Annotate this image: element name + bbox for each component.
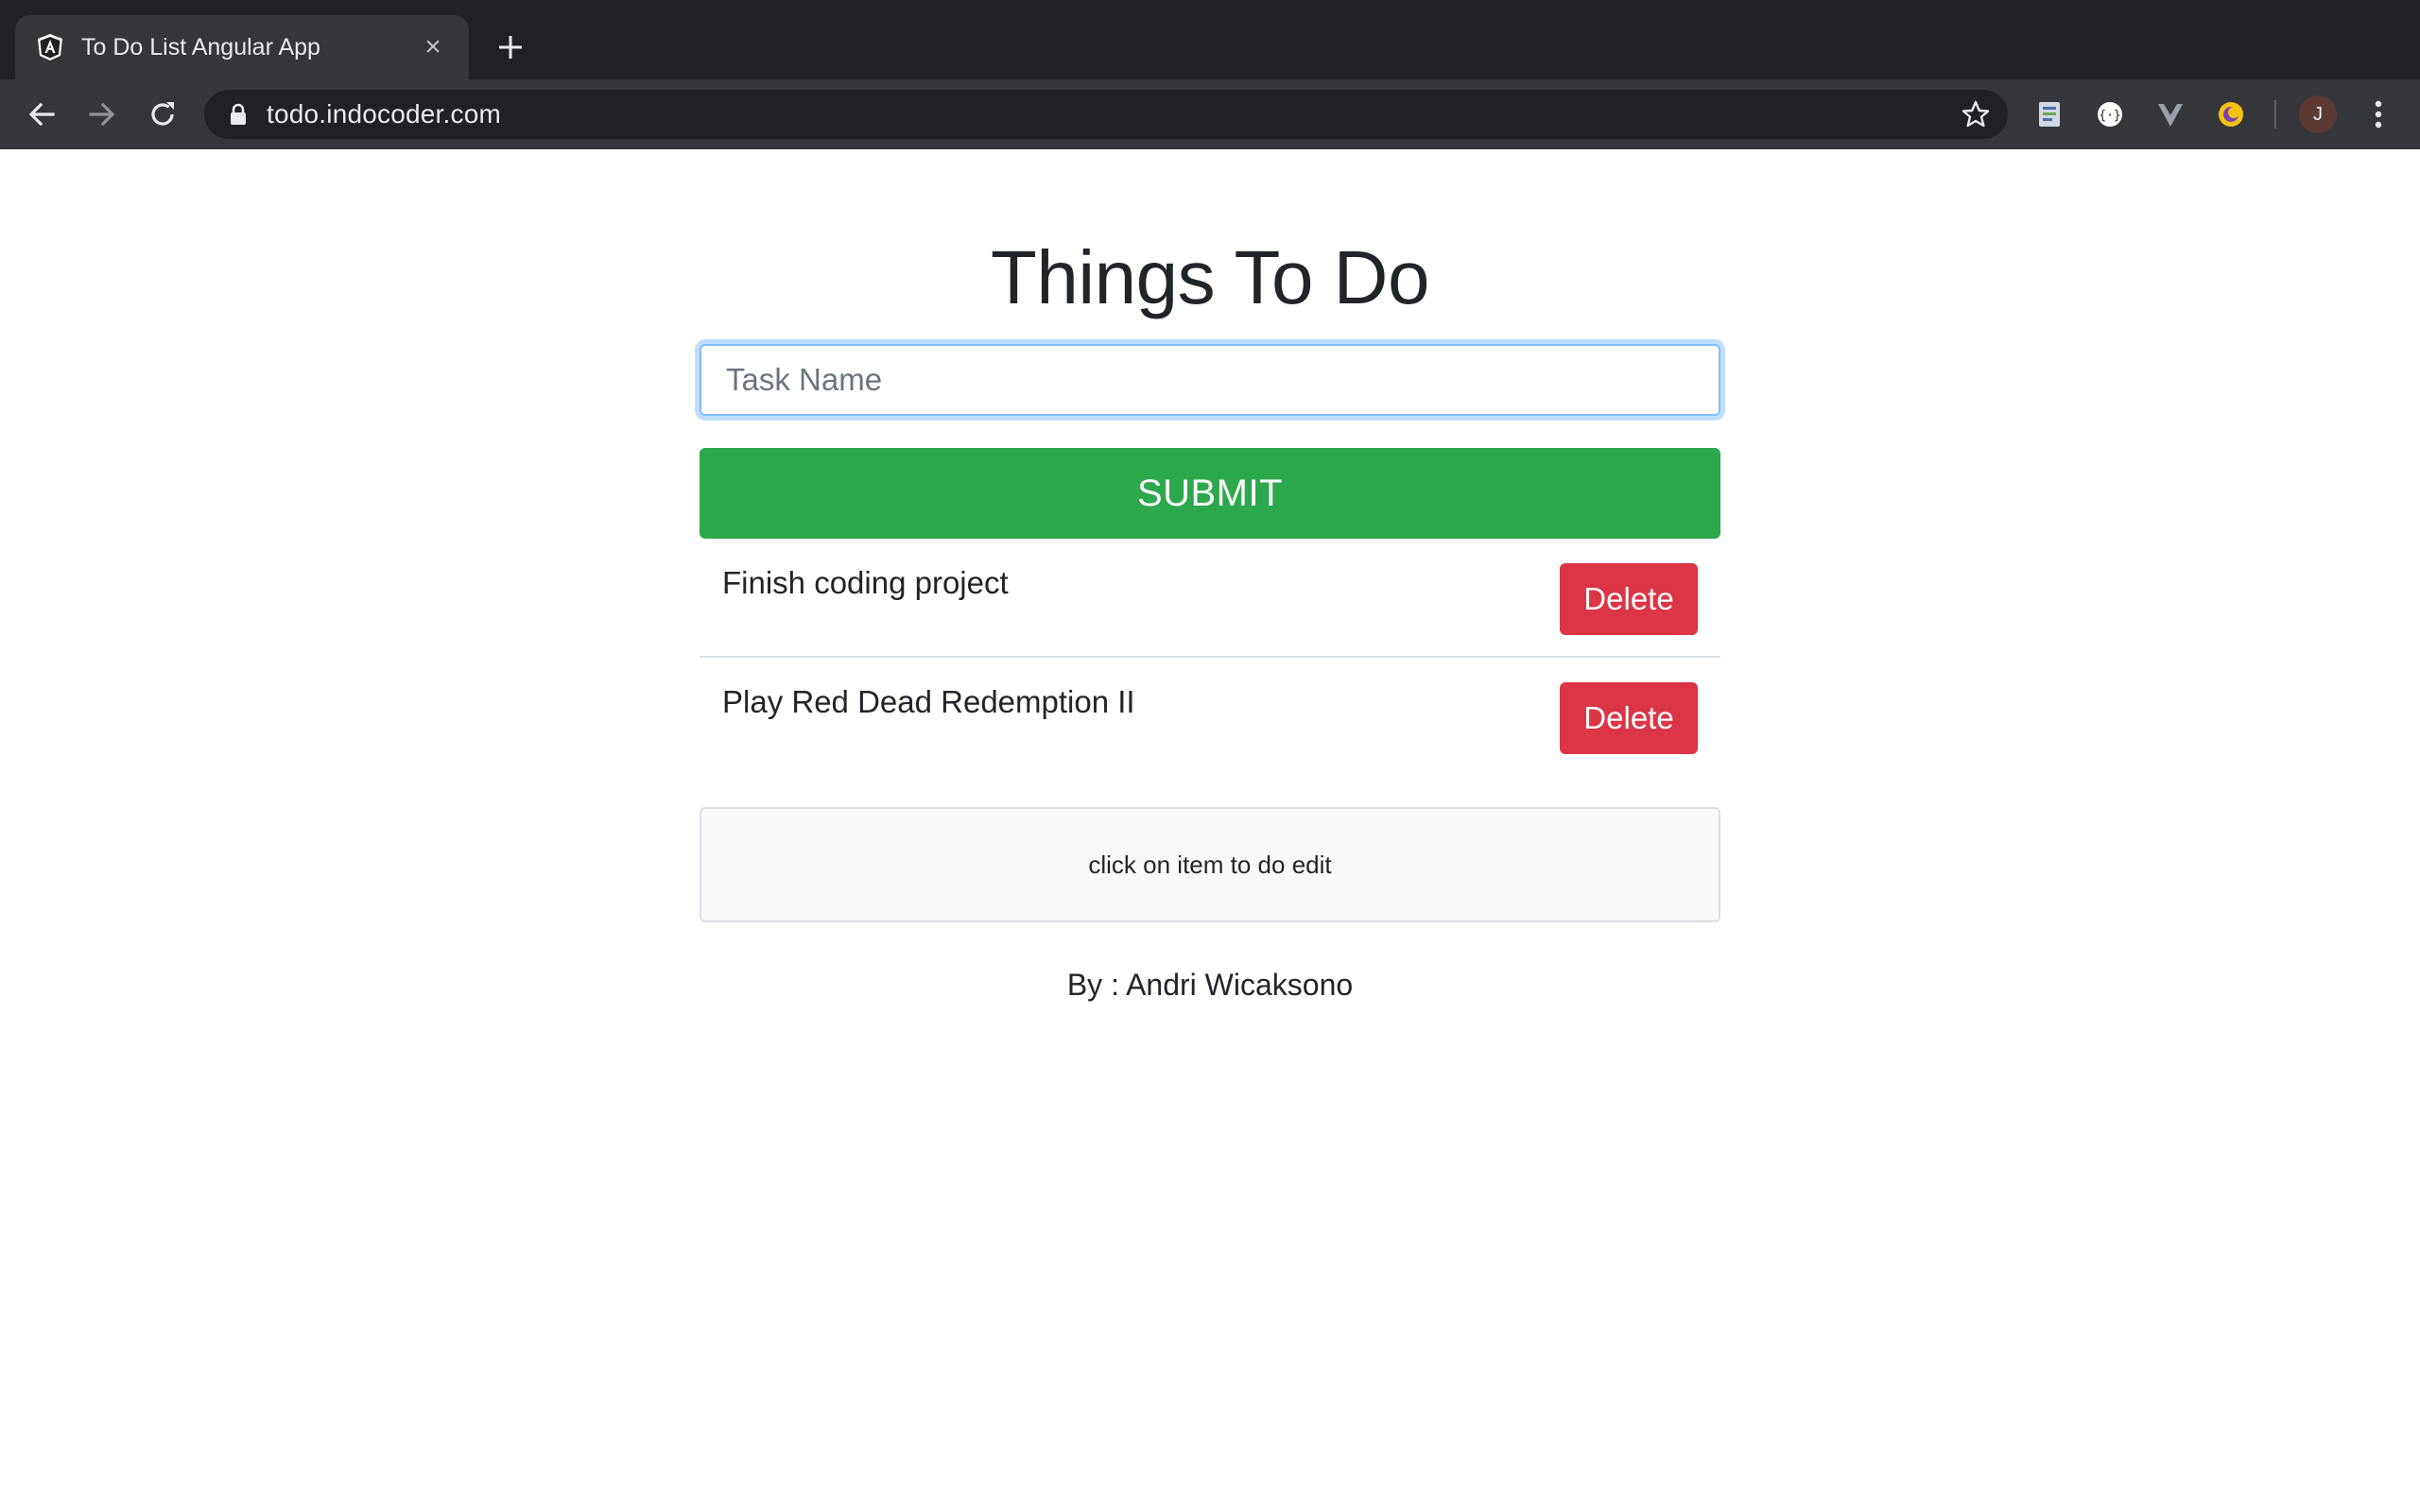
todo-item-text[interactable]: Play Red Dead Redemption II <box>722 684 1135 720</box>
forward-arrow-icon <box>89 102 115 127</box>
todo-item: Play Red Dead Redemption II Delete <box>700 658 1720 777</box>
extension-icon[interactable]: {·} <box>2093 97 2127 131</box>
url-text: todo.indocoder.com <box>267 99 501 129</box>
extension-icon[interactable] <box>2214 97 2248 131</box>
browser-chrome: To Do List Angular App × todo.indocoder.… <box>0 0 2420 149</box>
page-title: Things To Do <box>991 235 1429 319</box>
new-tab-button[interactable] <box>492 28 529 66</box>
kebab-menu-icon[interactable] <box>2360 95 2397 133</box>
profile-avatar[interactable]: J <box>2299 95 2337 133</box>
plus-icon <box>499 36 522 59</box>
extension-icon[interactable] <box>2032 97 2066 131</box>
tab-strip: To Do List Angular App × <box>0 0 2420 79</box>
task-name-input[interactable] <box>700 344 1720 416</box>
todo-item: Finish coding project Delete <box>700 539 1720 658</box>
todo-list: Finish coding project Delete Play Red De… <box>700 539 1720 777</box>
address-bar[interactable]: todo.indocoder.com <box>204 90 2008 139</box>
forward-button[interactable] <box>83 95 121 133</box>
delete-button[interactable]: Delete <box>1560 563 1698 635</box>
bookmark-star-icon[interactable] <box>1959 97 1993 131</box>
lock-icon <box>227 103 250 126</box>
extension-icon[interactable] <box>2153 97 2187 131</box>
todo-item-text[interactable]: Finish coding project <box>722 565 1009 601</box>
submit-button[interactable]: SUBMIT <box>700 448 1720 539</box>
author-credit: By : Andri Wicaksono <box>1066 968 1354 1002</box>
browser-toolbar: todo.indocoder.com {·} J <box>0 79 2420 149</box>
back-button[interactable] <box>23 95 60 133</box>
back-arrow-icon <box>28 102 55 127</box>
browser-tab[interactable]: To Do List Angular App × <box>15 15 469 79</box>
tab-close-icon[interactable]: × <box>418 32 448 62</box>
reload-icon <box>151 102 174 126</box>
svg-text:{·}: {·} <box>2099 109 2120 123</box>
delete-button[interactable]: Delete <box>1560 682 1698 754</box>
reload-button[interactable] <box>144 95 182 133</box>
edit-hint-box: click on item to do edit <box>700 807 1720 922</box>
edit-hint-text: click on item to do edit <box>1088 850 1332 879</box>
page-viewport: Things To Do SUBMIT Finish coding projec… <box>0 149 2420 1512</box>
tab-title: To Do List Angular App <box>81 33 320 60</box>
toolbar-divider <box>2274 100 2276 129</box>
angular-icon <box>36 33 64 61</box>
